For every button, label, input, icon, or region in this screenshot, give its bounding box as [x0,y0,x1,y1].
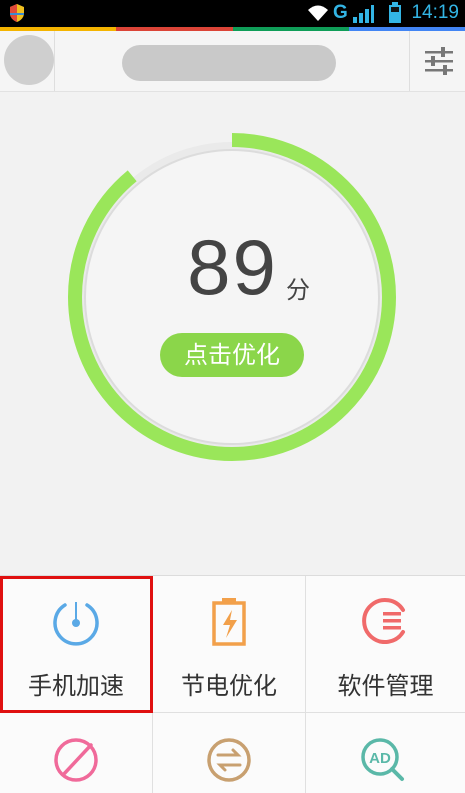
tool-cleanup[interactable] [0,713,153,793]
clean-icon [51,735,101,789]
network-type: G [333,2,348,23]
signal-icon [352,3,374,27]
sliders-icon [423,45,455,81]
clock: 14:19 [411,2,459,23]
score-value: 89 [187,223,278,311]
top-bar [0,31,465,92]
shield-icon [9,3,25,27]
app-list-icon [361,596,411,650]
tool-label: 节电优化 [181,672,277,700]
tool-power-saving[interactable]: 节电优化 [153,576,306,713]
title-placeholder [122,45,336,81]
ad-search-icon: AD [358,735,414,789]
tool-label: 软件管理 [337,672,434,700]
speedometer-icon [51,596,101,650]
transfer-icon [204,735,254,789]
tool-ad-scan[interactable]: AD [306,713,465,793]
tool-phone-speedup[interactable]: 手机加速 [0,576,153,713]
score-panel: 89 分 点击优化 [0,92,465,575]
avatar [4,35,54,85]
status-bar: G 14:19 [0,0,465,27]
avatar-button[interactable] [0,31,55,91]
battery-bolt-icon [204,596,254,650]
optimize-button[interactable]: 点击优化 [160,333,304,377]
tool-transfer[interactable] [153,713,306,793]
svg-text:AD: AD [369,750,391,767]
battery-icon [388,2,402,28]
wifi-icon [306,3,330,27]
tool-app-manager[interactable]: 软件管理 [306,576,465,713]
settings-button[interactable] [409,31,465,91]
score-unit: 分 [286,276,310,304]
tool-label: 手机加速 [28,672,124,700]
tools-grid: 手机加速 节电优化 软件管理 AD [0,575,465,793]
